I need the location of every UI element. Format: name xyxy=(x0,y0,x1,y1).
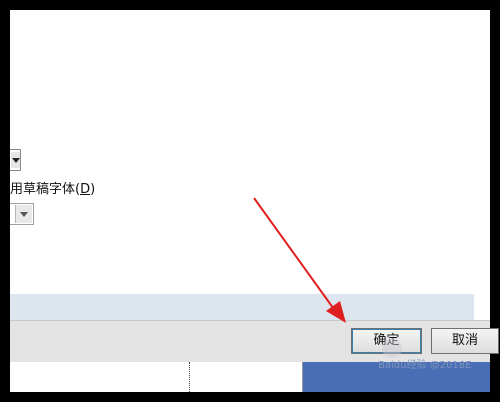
screenshot-frame: 用草稿字体(D) 确定 取消 Baidu经验 @2018E xyxy=(0,0,500,402)
annotation-arrow-icon xyxy=(253,197,346,323)
annotation-arrow-head xyxy=(326,301,346,323)
annotation-arrow-shaft xyxy=(253,197,337,313)
